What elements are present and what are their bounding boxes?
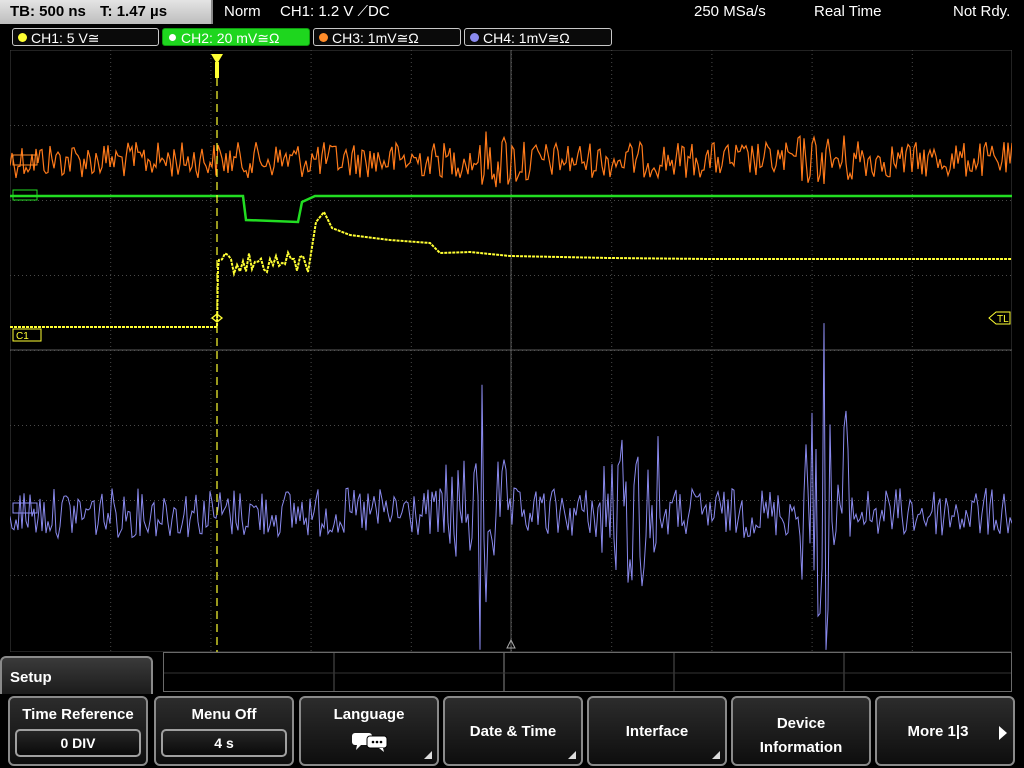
memory-overview-strip [163, 652, 1012, 692]
menu-off-value[interactable]: 4 s [161, 729, 287, 757]
speech-bubbles-icon [352, 733, 388, 752]
trigger-info[interactable]: CH1: 1.2 V ⟋DC [280, 0, 390, 24]
date-time-softkey[interactable]: Date & Time [443, 696, 583, 766]
timebase-value: TB: 500 ns [10, 3, 86, 20]
language-label: Language [333, 706, 405, 723]
language-softkey[interactable]: Language [299, 696, 439, 766]
ch3-label: CH3: 1mV≅Ω [332, 30, 419, 46]
time-reference-label: Time Reference [22, 706, 134, 723]
device-information-softkey[interactable]: Device Information [731, 696, 871, 766]
ch1-color-icon [18, 33, 27, 42]
channel-tab-ch3[interactable]: CH3: 1mV≅Ω [313, 28, 461, 46]
more-softkey[interactable]: More 1|3 [875, 696, 1015, 766]
trigger-mode[interactable]: Norm [224, 0, 261, 24]
setup-menu-title: Setup [0, 656, 153, 696]
ch4-label: CH4: 1mV≅Ω [483, 30, 570, 46]
device-information-label-line2: Information [759, 739, 843, 756]
trigger-time-value: T: 1.47 µs [100, 3, 168, 20]
submenu-corner-icon [568, 751, 576, 759]
ch1-marker-label: C1 [16, 331, 29, 342]
menu-off-softkey[interactable]: Menu Off 4 s [154, 696, 294, 766]
more-label: More 1|3 [907, 723, 969, 740]
device-information-label-line1: Device [776, 715, 826, 732]
date-time-label: Date & Time [469, 723, 557, 740]
timebase-box[interactable]: TB: 500 ns T: 1.47 µs [0, 0, 213, 24]
ch4-color-icon [470, 33, 479, 42]
ch1-label: CH1: 5 V≅ [31, 30, 100, 46]
status-bar: TB: 500 ns T: 1.47 µs Norm CH1: 1.2 V ⟋D… [0, 0, 1024, 24]
interface-label: Interface [625, 723, 689, 740]
ch3-color-icon [319, 33, 328, 42]
channel-tab-ch1[interactable]: CH1: 5 V≅ [12, 28, 159, 46]
submenu-corner-icon [424, 751, 432, 759]
acquisition-mode: Real Time [814, 3, 882, 20]
ch2-label: CH2: 20 mV≅Ω [181, 30, 280, 46]
sample-rate: 250 MSa/s [694, 3, 766, 20]
run-status: Not Rdy. [953, 3, 1011, 20]
next-page-arrow-icon [999, 726, 1007, 740]
menu-off-label: Menu Off [191, 706, 257, 723]
ch2-color-icon [168, 33, 177, 42]
time-reference-value[interactable]: 0 DIV [15, 729, 141, 757]
submenu-corner-icon [712, 751, 720, 759]
trigger-level-label: TL [997, 314, 1009, 325]
waveform-display[interactable]: C1 TL [10, 50, 1012, 652]
interface-softkey[interactable]: Interface [587, 696, 727, 766]
trigger-position-stem [215, 62, 219, 78]
time-reference-softkey[interactable]: Time Reference 0 DIV [8, 696, 148, 766]
channel-tab-ch4[interactable]: CH4: 1mV≅Ω [464, 28, 612, 46]
channel-tab-ch2[interactable]: CH2: 20 mV≅Ω [162, 28, 310, 46]
